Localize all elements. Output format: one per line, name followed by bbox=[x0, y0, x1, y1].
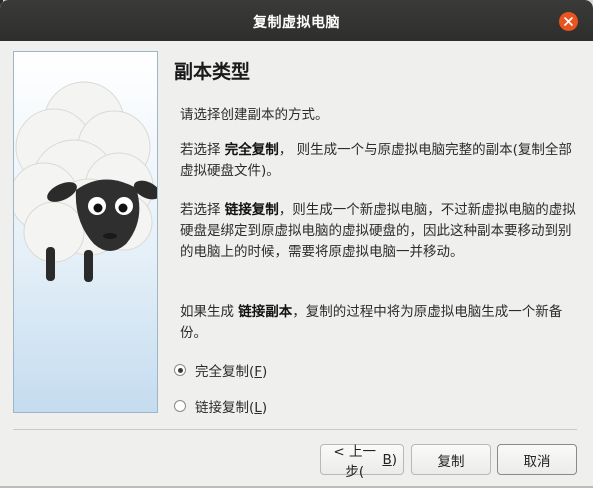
close-icon bbox=[564, 17, 573, 26]
linked-clone-radio-label[interactable]: 链接复制(L) bbox=[195, 396, 267, 416]
window-title: 复制虚拟电脑 bbox=[253, 15, 340, 31]
title-bar[interactable]: 复制虚拟电脑 bbox=[0, 0, 593, 41]
full-clone-prefix: 若选择 bbox=[180, 142, 225, 158]
linked-clone-radio[interactable]: 链接复制(L) bbox=[174, 396, 267, 416]
full-clone-radio-label[interactable]: 完全复制(F) bbox=[195, 360, 267, 380]
linked-clone-term: 链接复制 bbox=[224, 202, 279, 218]
full-clone-description: 若选择 完全复制， 则生成一个与原虚拟电脑完整的副本(复制全部虚拟硬盘文件)。 bbox=[180, 140, 576, 182]
intro-text: 请选择创建副本的方式。 bbox=[180, 105, 576, 126]
button-divider bbox=[13, 429, 577, 430]
clone-button[interactable]: 复制 bbox=[411, 444, 491, 475]
full-clone-term: 完全复制 bbox=[224, 142, 279, 158]
clone-vm-dialog: 复制虚拟电脑 副本类型 请选择创建副本的方式。 若选择 完全复制， 则生成一个与… bbox=[0, 0, 593, 488]
full-clone-radio-indicator[interactable] bbox=[174, 364, 186, 376]
linked-clone-description: 若选择 链接复制，则生成一个新虚拟电脑，不过新虚拟电脑的虚拟硬盘是绑定到原虚拟电… bbox=[180, 200, 576, 263]
wizard-banner bbox=[13, 51, 158, 413]
cancel-button[interactable]: 取消 bbox=[497, 444, 577, 475]
full-clone-radio[interactable]: 完全复制(F) bbox=[174, 360, 267, 380]
close-button[interactable] bbox=[559, 12, 578, 31]
snapshot-description: 如果生成 链接副本，复制的过程中将为原虚拟电脑生成一个新备份。 bbox=[180, 302, 576, 344]
snapshot-term: 链接副本 bbox=[238, 304, 293, 320]
intro-text-content: 请选择创建副本的方式。 bbox=[180, 107, 329, 123]
back-button[interactable]: < 上一步(B) bbox=[320, 444, 404, 480]
sheep-illustration bbox=[14, 81, 157, 282]
page-title: 副本类型 bbox=[174, 61, 251, 83]
linked-clone-radio-indicator[interactable] bbox=[174, 400, 186, 412]
linked-clone-prefix: 若选择 bbox=[180, 202, 225, 218]
snapshot-prefix: 如果生成 bbox=[180, 304, 239, 320]
